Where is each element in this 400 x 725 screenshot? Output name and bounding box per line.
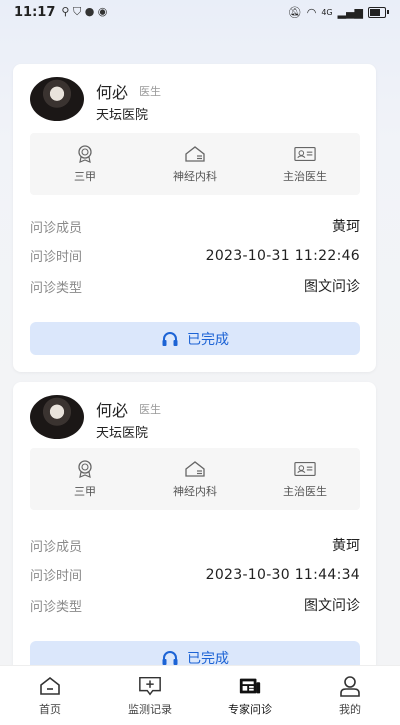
member-row: 问诊成员 黄珂 [30,535,360,555]
id-card-icon [294,460,316,478]
tab-home[interactable]: 首页 [0,666,100,725]
doctor-avatar [30,77,84,121]
time-row: 问诊时间 2023-10-31 11:22:46 [30,246,360,266]
medal-icon [74,459,96,478]
time-row: 问诊时间 2023-10-30 11:44:34 [30,565,360,585]
member-value: 黄珂 [332,538,360,554]
type-value: 图文问诊 [304,598,360,614]
tag-label: 主治医生 [283,484,327,498]
tab-profile[interactable]: 我的 [300,666,400,725]
status-bar: 11:17 ⚲ ⛉ ● ◉ 🔕︎ ◠ 4G ▂▄▆ [0,0,400,24]
monitor-record-icon [138,675,162,697]
headset-icon [162,650,178,665]
home-icon [38,675,62,697]
doctor-tags: 三甲 神经内科 主治医生 [30,448,360,510]
type-label: 问诊类型 [30,280,83,296]
expert-consult-icon [238,675,262,697]
tag-position: 主治医生 [250,133,360,195]
time-value: 2023-10-31 11:22:46 [205,247,360,264]
consultation-card[interactable]: 何必 医生 天坛医院 三甲 神经内科 主治医生 问诊成员 黄珂 问诊时间 202… [13,382,376,682]
signal-icon: ▂▄▆ [337,5,363,19]
hospital-name: 天坛医院 [96,426,149,441]
tag-label: 神经内科 [173,484,217,498]
type-row: 问诊类型 图文问诊 [30,276,360,296]
battery-icon [368,6,389,18]
type-row: 问诊类型 图文问诊 [30,595,360,615]
profile-icon [338,675,362,697]
id-card-icon [294,145,316,163]
tab-monitor-record[interactable]: 监测记录 [100,666,200,725]
tag-level: 三甲 [30,133,140,195]
medal-icon [74,144,96,163]
doctor-avatar [30,395,84,439]
doctor-tags: 三甲 神经内科 主治医生 [30,133,360,195]
time-label: 问诊时间 [30,569,83,584]
member-label: 问诊成员 [30,539,83,555]
consultation-card[interactable]: 何必 医生 天坛医院 三甲 神经内科 主治医生 问诊成员 黄珂 问诊时间 202… [13,64,376,372]
member-row: 问诊成员 黄珂 [30,216,360,236]
completed-button[interactable]: 已完成 [30,322,360,355]
time-label: 问诊时间 [30,250,83,265]
tag-label: 三甲 [74,484,96,498]
bottom-tab-bar: 首页 监测记录 专家问诊 我的 [0,665,400,725]
wifi-icon: ◠ [306,5,317,19]
doctor-name: 何必 [96,83,129,102]
tab-monitor-record-label: 监测记录 [128,702,172,716]
mute-icon: 🔕︎ [287,5,302,19]
doctor-title: 医生 [139,403,161,416]
tag-position: 主治医生 [250,448,360,510]
tab-expert-consult-label: 专家问诊 [228,702,272,716]
status-time: 11:17 [14,4,56,20]
hospital-name: 天坛医院 [96,108,149,123]
tag-level: 三甲 [30,448,140,510]
member-value: 黄珂 [332,219,360,235]
doctor-name: 何必 [96,401,129,420]
completed-label: 已完成 [187,331,229,348]
tag-label: 三甲 [74,169,96,183]
status-right: 🔕︎ ◠ 4G ▂▄▆ [287,5,389,19]
type-value: 图文问诊 [304,279,360,295]
member-label: 问诊成员 [30,220,83,236]
doctor-title: 医生 [139,85,161,98]
home-department-icon [184,145,206,163]
tag-label: 主治医生 [283,169,327,183]
home-department-icon [184,460,206,478]
notification-icons: ⚲ ⛉ ● ◉ [61,5,108,18]
tab-expert-consult[interactable]: 专家问诊 [200,666,300,725]
tag-department: 神经内科 [140,133,250,195]
time-value: 2023-10-30 11:44:34 [205,566,360,583]
headset-icon [162,331,178,346]
type-label: 问诊类型 [30,599,83,615]
tag-label: 神经内科 [173,169,217,183]
tab-profile-label: 我的 [339,702,361,716]
network-label: 4G [321,7,333,17]
status-left: 11:17 ⚲ ⛉ ● ◉ [14,5,107,20]
tag-department: 神经内科 [140,448,250,510]
tab-home-label: 首页 [39,702,61,716]
